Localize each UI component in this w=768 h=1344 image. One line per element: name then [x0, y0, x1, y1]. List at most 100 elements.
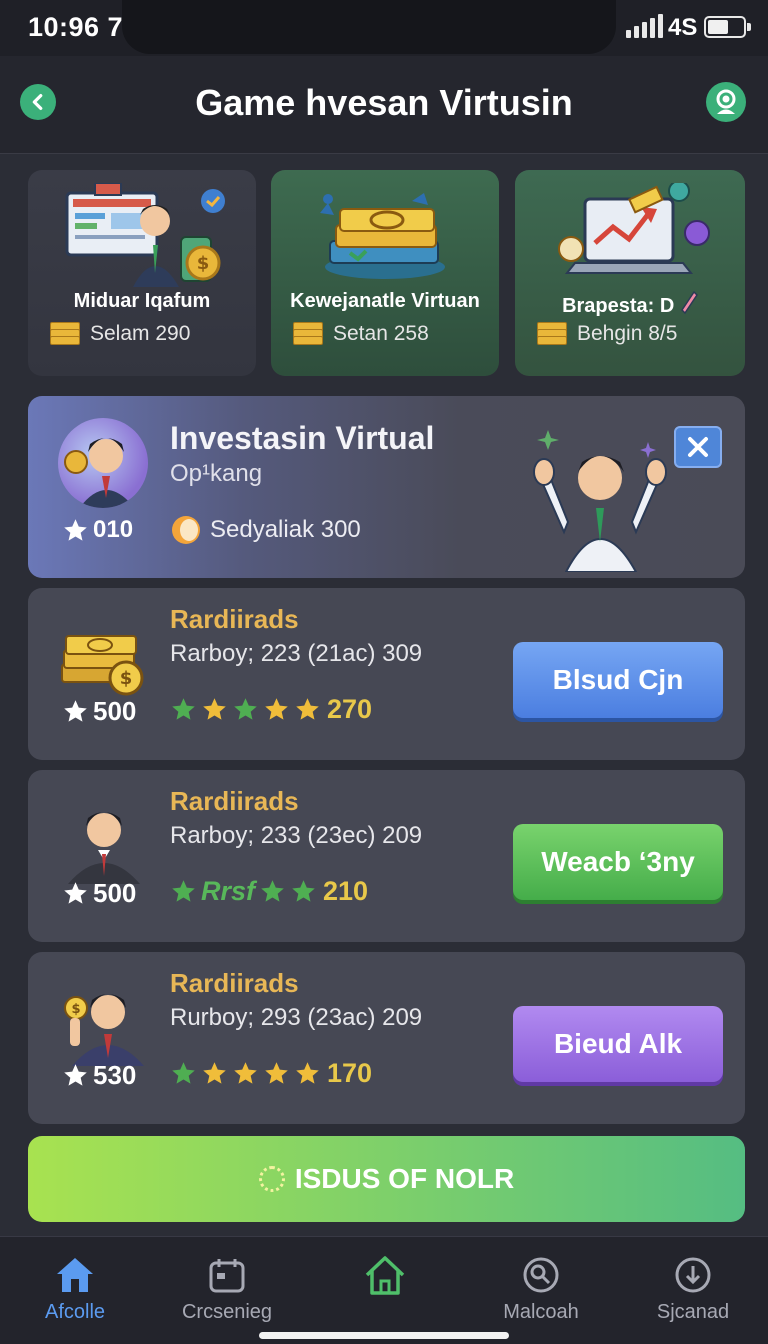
signal-icon	[626, 14, 663, 38]
half-star-icon	[296, 698, 319, 720]
close-button[interactable]	[674, 426, 722, 468]
gold-bars-icon	[537, 322, 567, 346]
green-star-icon	[172, 1062, 195, 1084]
category-value: Selam 290	[90, 322, 191, 345]
calendar-icon	[209, 1259, 245, 1293]
status-time: 10:96 7	[28, 12, 124, 42]
gold-star-icon	[265, 698, 288, 720]
star-icon	[64, 518, 87, 541]
svg-text:$: $	[120, 668, 133, 689]
item-name: Rardiirads	[170, 786, 299, 816]
item-rating: 170	[170, 1058, 372, 1089]
item-score: 500	[62, 696, 136, 727]
category-value-row: Selam 290	[50, 322, 190, 346]
nav-item-house[interactable]	[310, 1253, 460, 1301]
gold-star-icon	[203, 1062, 226, 1084]
gold-bars-icon	[50, 322, 80, 346]
rating-text: Rrsf	[201, 876, 256, 906]
bottom-navigation: Afcolle Crcsenieg Malcoah Sjcanad	[0, 1236, 768, 1344]
moon-coin-icon	[172, 516, 200, 544]
item-name: Rardiirads	[170, 968, 299, 998]
money-bundle-icon: $	[58, 612, 148, 702]
category-name: Kewejanatle Virtuan	[290, 290, 480, 312]
category-value-row: Behgin 8/5	[537, 322, 677, 346]
category-value-row: Setan 258	[293, 322, 429, 346]
investor-illustration: $	[28, 180, 256, 290]
item-score: 500	[62, 878, 136, 909]
page-title: Game hvesan Virtusin	[195, 82, 573, 123]
gold-star-icon	[203, 698, 226, 720]
nav-item-calendar[interactable]: Crcsenieg	[152, 1253, 302, 1324]
nav-label: Afcolle	[44, 1301, 106, 1323]
network-label: 4S	[668, 14, 698, 41]
home-icon	[57, 1258, 93, 1292]
list-item[interactable]: $ Rardiirads Rarboy; 223 (21aс) 309 500 …	[28, 588, 745, 760]
category-value: Behgin 8/5	[577, 322, 678, 345]
avatar	[58, 794, 148, 884]
svg-text:$: $	[197, 253, 210, 274]
list-item[interactable]: $ Rardiirads Rurboy; 293 (23aс) 209 530 …	[28, 952, 745, 1124]
status-bar: 10:96 7 4S	[0, 0, 768, 56]
search-icon	[523, 1257, 559, 1293]
star-icon	[64, 882, 87, 904]
close-icon	[688, 437, 708, 457]
featured-card[interactable]: Investasin Virtual Op¹kang 010 Sedyaliak…	[28, 396, 745, 578]
download-icon	[675, 1257, 711, 1293]
nav-item-search[interactable]: Malcoah	[466, 1253, 616, 1324]
nav-label: Malcoah	[503, 1301, 579, 1323]
green-star-icon	[292, 880, 315, 902]
category-card-3[interactable]: Brapesta: D Behgin 8/5	[515, 170, 745, 376]
category-name: Miduar Iqafum	[73, 290, 211, 312]
item-description: Rurboy; 293 (23aс) 209	[170, 1004, 423, 1031]
item-description: Rarboy; 223 (21aс) 309	[170, 640, 423, 667]
pen-icon	[680, 290, 698, 315]
money-stack-illustration	[271, 180, 499, 290]
stock-chart-illustration	[515, 180, 745, 290]
waving-character-illustration	[528, 422, 706, 573]
category-name: Brapesta: D	[515, 290, 745, 318]
item-rating: 270	[170, 694, 372, 725]
home-indicator	[259, 1332, 509, 1339]
gold-bars-icon	[293, 322, 323, 346]
invest-button-1[interactable]: Blsud Cjn	[513, 642, 723, 718]
item-description: Rarboy; 233 (23eс) 209	[170, 822, 423, 849]
category-value: Setan 258	[333, 322, 429, 345]
gold-star-icon	[234, 1062, 257, 1084]
avatar: $	[58, 976, 148, 1066]
item-name: Rardiirads	[170, 604, 299, 634]
primary-cta-button[interactable]: ISDUS OF NOLR	[28, 1136, 745, 1222]
avatar	[58, 418, 148, 508]
star-icon	[64, 700, 87, 722]
item-score: 530	[62, 1060, 136, 1091]
nav-item-download[interactable]: Sjcanad	[618, 1253, 768, 1324]
featured-title: Investasin Virtual	[170, 420, 435, 456]
featured-score: 010	[62, 516, 133, 544]
nav-item-home[interactable]: Afcolle	[0, 1253, 150, 1324]
item-rating: Rrsf 210	[170, 876, 368, 907]
profile-button[interactable]	[706, 82, 746, 122]
category-card-2[interactable]: Kewejanatle Virtuan Setan 258	[271, 170, 499, 376]
notch	[122, 0, 616, 54]
invest-button-2[interactable]: Weacb ‘3ny	[513, 824, 723, 900]
gold-star-icon	[265, 1062, 288, 1084]
battery-icon	[704, 16, 751, 38]
category-card-1[interactable]: $ Miduar Iqafum Selam 290	[28, 170, 256, 376]
star-icon	[64, 1064, 87, 1086]
green-star-icon	[261, 880, 284, 902]
nav-label: Crcsenieg	[181, 1301, 273, 1323]
green-star-icon	[234, 698, 257, 720]
cta-label: ISDUS OF NOLR	[294, 1163, 515, 1194]
featured-note: Sedyaliak 300	[172, 516, 361, 544]
nav-label: Sjcanad	[656, 1301, 730, 1323]
green-star-icon	[172, 698, 195, 720]
invest-button-3[interactable]: Bieud Alk	[513, 1006, 723, 1082]
green-star-icon	[172, 880, 195, 902]
house-outline-icon	[365, 1256, 405, 1295]
user-badge-icon	[716, 89, 736, 114]
loading-spinner-icon	[258, 1166, 285, 1192]
half-star-icon	[296, 1062, 319, 1084]
app-header: Game hvesan Virtusin	[0, 56, 768, 154]
list-item[interactable]: Rardiirads Rarboy; 233 (23eс) 209 500 Rr…	[28, 770, 745, 942]
svg-text:$: $	[71, 1002, 80, 1017]
featured-subtitle: Op¹kang	[170, 460, 263, 487]
